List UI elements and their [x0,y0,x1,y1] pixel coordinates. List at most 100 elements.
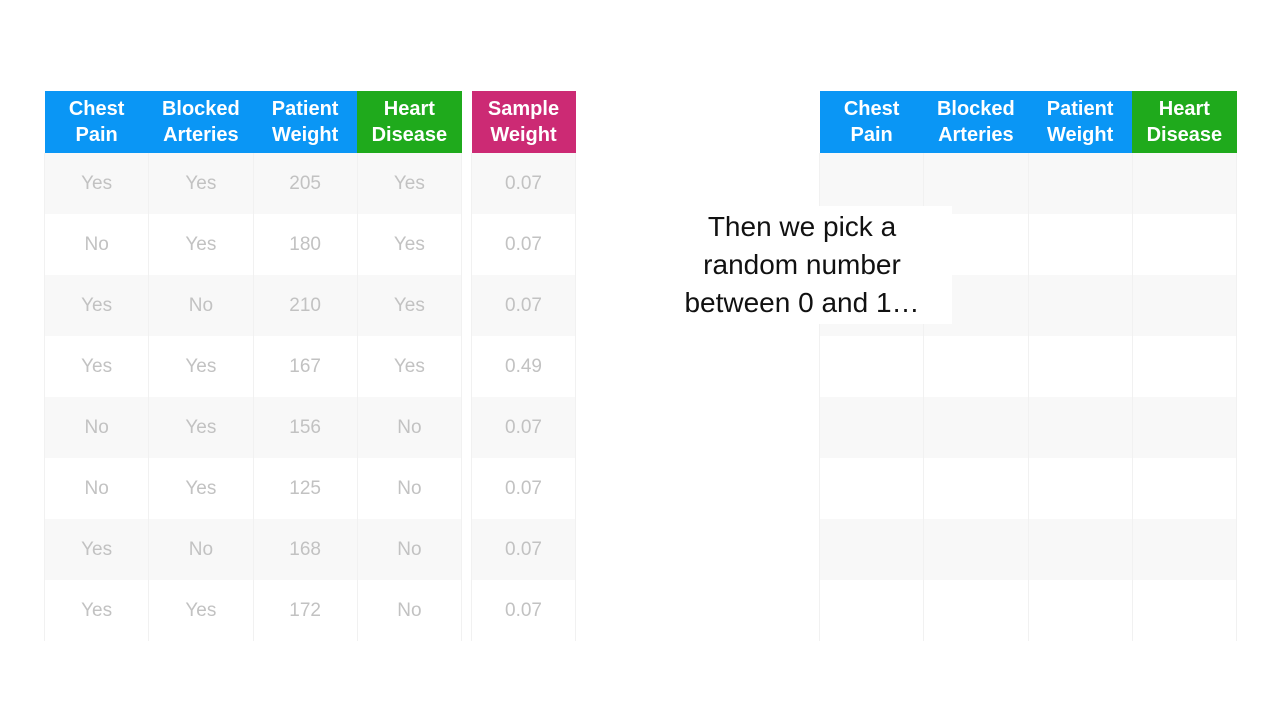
cell-patient-weight: 125 [252,458,358,519]
cell-patient-weight [1027,275,1133,336]
header-heart-disease: Heart Disease [357,91,462,153]
cell-chest-pain [818,336,925,397]
cell-chest-pain [818,580,925,641]
header-chest-pain: Chest Pain [819,91,924,153]
table-row: 0.07 [471,519,576,580]
cell-blocked-arteries: Yes [148,214,254,275]
table-row: 0.07 [471,275,576,336]
cell-heart-disease: Yes [356,153,463,214]
table-row: Yes Yes 172 No [43,580,463,641]
table-row: No Yes 125 No [43,458,463,519]
cell-sample-weight: 0.07 [471,580,576,641]
cell-heart-disease [1131,458,1238,519]
cell-blocked-arteries [923,458,1029,519]
cell-heart-disease: No [356,397,463,458]
table-row: Yes No 168 No [43,519,463,580]
caption-line: Then we pick a [707,211,897,242]
cell-heart-disease: No [356,519,463,580]
table-header-row: Chest Pain Blocked Arteries Patient Weig… [819,91,1237,153]
header-sample-weight: Sample Weight [471,91,576,153]
cell-heart-disease: Yes [356,275,463,336]
cell-patient-weight [1027,336,1133,397]
slide: Chest Pain Blocked Arteries Patient Weig… [0,0,1280,720]
cell-patient-weight [1027,153,1133,214]
cell-chest-pain [818,153,925,214]
table-row: Yes No 210 Yes [43,275,463,336]
cell-sample-weight: 0.07 [471,275,576,336]
cell-heart-disease [1131,275,1238,336]
cell-sample-weight: 0.07 [471,397,576,458]
cell-blocked-arteries: No [148,519,254,580]
table-row: 0.07 [471,580,576,641]
original-dataset-table: Chest Pain Blocked Arteries Patient Weig… [43,91,463,641]
cell-patient-weight: 167 [252,336,358,397]
cell-heart-disease: No [356,580,463,641]
cell-patient-weight: 205 [252,153,358,214]
table-row: Yes Yes 167 Yes [43,336,463,397]
cell-blocked-arteries: Yes [148,336,254,397]
cell-patient-weight [1027,580,1133,641]
cell-patient-weight [1027,458,1133,519]
cell-blocked-arteries: Yes [148,580,254,641]
cell-patient-weight [1027,397,1133,458]
cell-heart-disease [1131,214,1238,275]
header-blocked-arteries: Blocked Arteries [923,91,1028,153]
table-row: 0.07 [471,397,576,458]
cell-patient-weight: 172 [252,580,358,641]
cell-patient-weight: 210 [252,275,358,336]
cell-patient-weight: 168 [252,519,358,580]
narration-caption: Then we pick a random number between 0 a… [652,206,952,324]
cell-chest-pain: Yes [43,153,150,214]
table-row [818,580,1238,641]
cell-sample-weight: 0.07 [471,153,576,214]
cell-blocked-arteries: Yes [148,458,254,519]
cell-patient-weight: 156 [252,397,358,458]
cell-chest-pain: Yes [43,519,150,580]
table-header-row: Sample Weight [471,91,576,153]
cell-blocked-arteries [923,580,1029,641]
caption-line: between 0 and 1… [684,287,920,318]
header-patient-weight: Patient Weight [253,91,358,153]
cell-heart-disease [1131,519,1238,580]
cell-chest-pain [818,397,925,458]
cell-blocked-arteries [923,336,1029,397]
table-row: No Yes 156 No [43,397,463,458]
cell-heart-disease: Yes [356,336,463,397]
table-row: 0.07 [471,214,576,275]
table-row [818,336,1238,397]
table-row: No Yes 180 Yes [43,214,463,275]
cell-blocked-arteries: Yes [148,153,254,214]
table-row [818,519,1238,580]
cell-heart-disease [1131,336,1238,397]
cell-blocked-arteries [923,153,1029,214]
cell-sample-weight: 0.07 [471,519,576,580]
cell-heart-disease: Yes [356,214,463,275]
cell-heart-disease [1131,153,1238,214]
new-dataset-table: Chest Pain Blocked Arteries Patient Weig… [818,91,1238,641]
cell-sample-weight: 0.07 [471,458,576,519]
table-row: 0.07 [471,153,576,214]
header-blocked-arteries: Blocked Arteries [148,91,253,153]
table-header-row: Chest Pain Blocked Arteries Patient Weig… [44,91,462,153]
table-row: 0.07 [471,458,576,519]
cell-chest-pain [818,458,925,519]
cell-chest-pain: No [43,214,150,275]
cell-chest-pain [818,519,925,580]
cell-chest-pain: No [43,458,150,519]
cell-blocked-arteries: No [148,275,254,336]
cell-blocked-arteries [923,397,1029,458]
table-row: Yes Yes 205 Yes [43,153,463,214]
cell-sample-weight: 0.07 [471,214,576,275]
cell-blocked-arteries [923,519,1029,580]
cell-sample-weight: 0.49 [471,336,576,397]
header-chest-pain: Chest Pain [44,91,149,153]
table-row [818,153,1238,214]
header-heart-disease: Heart Disease [1132,91,1237,153]
cell-patient-weight [1027,519,1133,580]
caption-line: random number [703,249,901,280]
cell-chest-pain: Yes [43,336,150,397]
table-row: 0.49 [471,336,576,397]
cell-blocked-arteries: Yes [148,397,254,458]
cell-chest-pain: No [43,397,150,458]
cell-chest-pain: Yes [43,580,150,641]
